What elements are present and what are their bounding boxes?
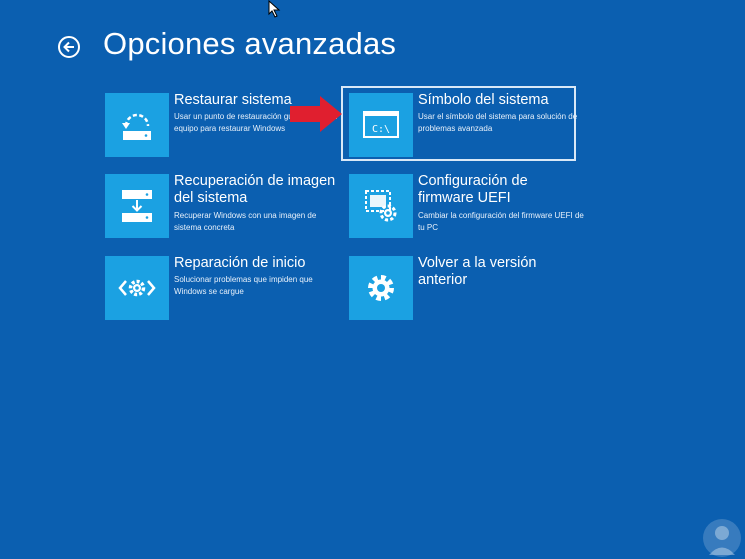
tile-title: Volver a la versión anterior [418,255,537,288]
tile-title: Recuperación de imagen del sistema [174,173,336,206]
tile-simbolo-del-sistema[interactable]: C:\ Símbolo del sistema Usar el símbolo … [349,92,584,163]
prompt-text: C:\ [372,124,390,135]
tile-description: Solucionar problemas que impiden que Win… [174,275,313,296]
tile-description: Recuperar Windows con una imagen de sist… [174,211,317,232]
back-button[interactable] [58,36,80,58]
watermark-logo-icon [703,519,741,557]
command-prompt-icon: C:\ [349,93,413,157]
tile-firmware-uefi[interactable]: Configuración de firmware UEFI Cambiar l… [349,173,584,244]
tile-recuperacion-imagen[interactable]: Recuperación de imagen del sistema Recup… [105,173,340,244]
tile-title: Configuración de firmware UEFI [418,173,528,206]
gear-icon [349,256,413,320]
firmware-settings-icon [349,174,413,238]
tile-description: Usar el símbolo del sistema para solució… [418,112,578,133]
startup-repair-icon [105,256,169,320]
annotation-arrow-icon [290,96,342,132]
system-restore-icon [105,93,169,157]
tile-title: Reparación de inicio [174,255,306,271]
tile-description: Cambiar la configuración del firmware UE… [418,211,584,232]
image-recovery-icon [105,174,169,238]
tile-reparacion-inicio[interactable]: Reparación de inicio Solucionar problema… [105,255,340,326]
arrow-left-icon [63,41,74,53]
page-title: Opciones avanzadas [103,26,397,61]
tile-volver-version-anterior[interactable]: Volver a la versión anterior [349,255,584,326]
tile-title: Símbolo del sistema [418,92,549,108]
mouse-cursor-icon [268,0,281,18]
